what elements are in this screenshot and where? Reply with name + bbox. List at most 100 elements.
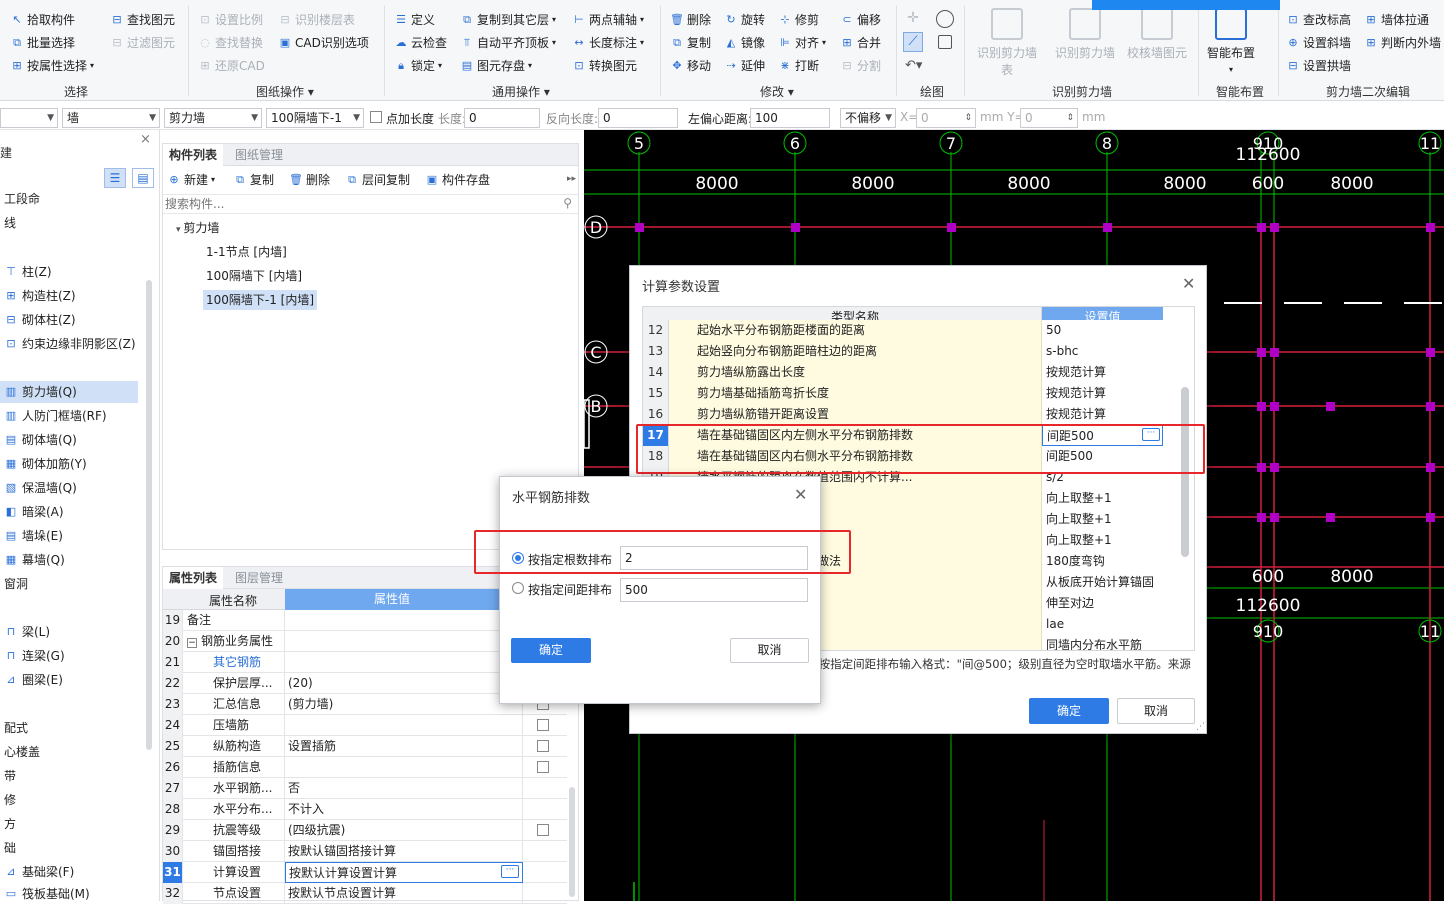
param-value[interactable]: 50 [1042, 320, 1163, 341]
search-bar[interactable]: ⚲ [163, 194, 578, 214]
batch-select-button[interactable]: ⧉ 批量选择 [10, 33, 75, 53]
sidebar-item[interactable]: ⊟ 砌体柱(Z) [0, 309, 138, 331]
close-icon[interactable]: × [140, 132, 151, 147]
pick-component-button[interactable]: ↖ 拾取构件 [10, 10, 75, 30]
new-button[interactable]: ⊕ 新建 ▾ [167, 170, 215, 190]
sidebar-item[interactable]: ▦ 幕墙(Q) [0, 549, 138, 571]
param-value[interactable]: 间距500 [1042, 446, 1163, 467]
ellipsis-button[interactable]: ··· [501, 865, 519, 878]
convert-element-button[interactable]: ⊡ 转换图元 [572, 56, 637, 76]
property-checkbox[interactable] [537, 740, 549, 752]
tree-item-component-selected[interactable]: 100隔墙下-1 [内墙] [203, 290, 318, 310]
tab-layer-management[interactable]: 图层管理 [229, 567, 289, 589]
merge-button[interactable]: ⊞ 合并 [840, 33, 881, 53]
lock-button[interactable]: 🔒︎ 锁定 ▾ [394, 56, 442, 76]
recognize-wall-table-button[interactable]: 识别剪力墙表 [972, 8, 1042, 78]
sidebar-item[interactable]: ⊤ 柱(Z) [0, 261, 138, 283]
param-value[interactable]: 同墙内分布水平筋 [1042, 635, 1163, 650]
sidebar-item[interactable]: 修 [0, 789, 138, 811]
more-icon[interactable]: ▸▸ [567, 174, 576, 184]
radio-by-spacing[interactable] [512, 582, 524, 594]
offset-button[interactable]: ⊂ 偏移 [840, 10, 881, 30]
offset-mode-combo[interactable]: 不偏移 ▼ [840, 108, 896, 128]
rectangle-icon[interactable] [938, 35, 952, 49]
ellipsis-button[interactable]: ··· [1142, 428, 1160, 441]
tree-root[interactable]: ▾ 剪力墙 [173, 218, 222, 238]
detail-view-icon[interactable]: ▤ [132, 168, 154, 188]
list-view-icon[interactable]: ☰ [104, 168, 126, 188]
copy-component-button[interactable]: ⧉ 复制 [233, 170, 274, 190]
cloud-check-button[interactable]: ☁ 云检查 [394, 33, 448, 53]
judge-inner-outer-wall-button[interactable]: ⊞ 判断内外墙 [1364, 33, 1441, 53]
wall-pull-through-button[interactable]: ⊞ 墙体拉通 [1364, 10, 1429, 30]
property-value[interactable]: (四级抗震) [285, 820, 523, 841]
line-draw-icon[interactable]: ⟋ [903, 32, 923, 52]
sidebar-item[interactable]: ⊿ 基础梁(F) [0, 861, 138, 883]
find-element-button[interactable]: ⊟ 查找图元 [110, 10, 175, 30]
check-wall-element-button[interactable]: 校核墙图元 [1122, 8, 1192, 61]
param-value[interactable]: s/2 [1042, 467, 1163, 488]
property-row[interactable]: 30 锚固搭接 按默认锚固搭接计算 [163, 841, 567, 862]
move-button[interactable]: ✥ 移动 [670, 56, 711, 76]
ok-button[interactable]: 确定 [511, 638, 591, 663]
smart-layout-button[interactable]: 智能布置 ▾ [1196, 8, 1266, 75]
param-row[interactable]: 18 墙在基础锚固区内右侧水平分布钢筋排数 间距500 [643, 446, 1163, 467]
reverse-length-input[interactable]: 0 [598, 108, 678, 128]
sidebar-item[interactable]: ▥ 剪力墙(Q) [0, 381, 138, 403]
recognize-floor-table-button[interactable]: ⊟ 识别楼层表 [278, 10, 355, 30]
property-value[interactable]: 不计入 [285, 799, 523, 820]
sidebar-item[interactable]: 工段命 [0, 188, 138, 210]
param-value[interactable]: 伸至对边 [1042, 593, 1163, 614]
sidebar-item[interactable]: 带 [0, 765, 138, 787]
mirror-button[interactable]: ◭ 镜像 [724, 33, 765, 53]
clock-icon[interactable] [936, 10, 954, 28]
cancel-button[interactable]: 取消 [1117, 698, 1195, 724]
layer-combo[interactable]: ▼ [0, 108, 58, 128]
left-offset-input[interactable]: 100 [750, 108, 830, 128]
count-input[interactable]: 2 [620, 546, 808, 570]
property-value[interactable]: 设置插筋 [285, 736, 523, 757]
copy-button[interactable]: ⧉ 复制 [670, 33, 711, 53]
tree-item-component[interactable]: 1-1节点 [内墙] [203, 242, 290, 262]
sidebar-item[interactable]: ⊓ 连梁(G) [0, 645, 138, 667]
component-combo[interactable]: 100隔墙下-1 ▼ [266, 108, 364, 128]
sidebar-item[interactable]: ▦ 砌体加筋(Y) [0, 453, 138, 475]
sidebar-item[interactable]: 窗洞 [0, 573, 138, 595]
check-elevation-button[interactable]: ⊡ 查改标高 [1286, 10, 1351, 30]
tab-property-list[interactable]: 属性列表 [163, 567, 224, 589]
param-value[interactable]: 向上取整+1 [1042, 488, 1163, 509]
split-button[interactable]: ⊟ 分割 [840, 56, 881, 76]
y-input[interactable]: 0 ⇕ [1020, 108, 1078, 128]
define-button[interactable]: ☰ 定义 [394, 10, 435, 30]
property-checkbox[interactable] [537, 761, 549, 773]
property-row[interactable]: 24 压墙筋 [163, 715, 567, 736]
set-slant-wall-button[interactable]: ⊕ 设置斜墙 [1286, 33, 1351, 53]
radio-by-count[interactable] [512, 552, 524, 564]
sidebar-item[interactable]: 心楼盖 [0, 741, 138, 763]
close-icon[interactable]: ✕ [1182, 274, 1195, 293]
param-row[interactable]: 12 起始水平分布钢筋距楼面的距离 50 [643, 320, 1163, 341]
arc-icon[interactable]: ↶▾ [905, 58, 931, 76]
rotate-button[interactable]: ↻ 旋转 [724, 10, 765, 30]
copy-to-other-layer-button[interactable]: ⧉ 复制到其它层 ▾ [460, 10, 556, 30]
extend-button[interactable]: ⇢ 延伸 [724, 56, 765, 76]
sidebar-item[interactable]: ▥ 人防门框墙(RF) [0, 405, 138, 427]
trim-button[interactable]: ⊹ 修剪 [778, 10, 819, 30]
sidebar-item[interactable]: ▤ 砌体墙(Q) [0, 429, 138, 451]
align-button[interactable]: ⊫ 对齐 ▾ [778, 33, 826, 53]
scrollbar[interactable] [569, 787, 575, 897]
delete-component-button[interactable]: 🗑︎ 删除 [289, 170, 330, 190]
interlayer-copy-button[interactable]: ⧉ 层间复制 [345, 170, 410, 190]
property-row[interactable]: 27 水平钢筋... 否 [163, 778, 567, 799]
two-point-axis-button[interactable]: ⊢ 两点辅轴 ▾ [572, 10, 644, 30]
delete-button[interactable]: 🗑︎ 删除 [670, 10, 711, 30]
sidebar-item[interactable]: ▭ 筏板基础(M) [0, 883, 138, 905]
param-row[interactable]: 17 墙在基础锚固区内左侧水平分布钢筋排数 间距500 ··· [643, 425, 1163, 446]
sidebar-item[interactable]: 配式 [0, 717, 138, 739]
property-value[interactable] [285, 631, 523, 652]
category-combo[interactable]: 墙 ▼ [62, 108, 160, 128]
sidebar-item[interactable]: 础 [0, 837, 138, 859]
x-input[interactable]: 0 ⇕ [916, 108, 976, 128]
point-icon[interactable]: ✛ [904, 10, 922, 28]
select-by-attribute-button[interactable]: ⊞ 按属性选择 ▾ [10, 56, 94, 76]
